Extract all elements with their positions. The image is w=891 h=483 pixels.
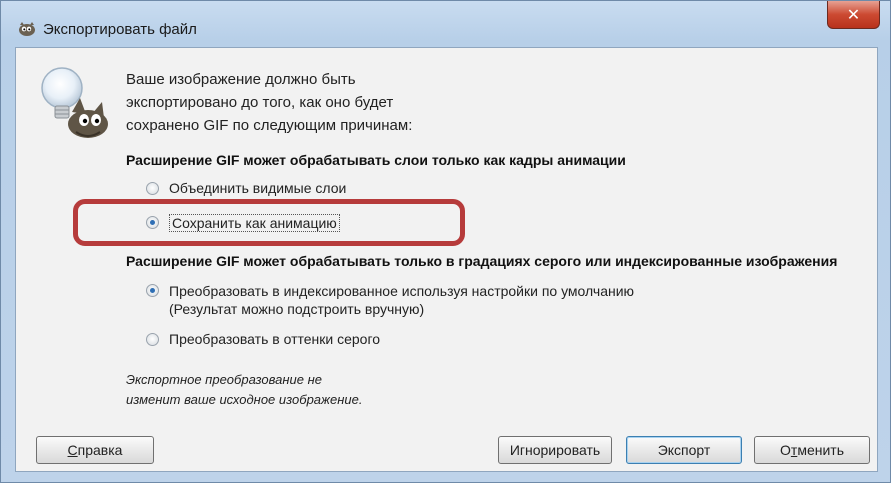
export-note: Экспортное преобразование не изменит ваш… [126, 370, 362, 410]
title-bar[interactable]: Экспортировать файл ✕ [1, 1, 890, 47]
layers-section-title: Расширение GIF может обрабатывать слои т… [126, 152, 626, 168]
convert-indexed-label: Преобразовать в индексированное использу… [169, 282, 634, 318]
gimp-icon [19, 22, 35, 36]
help-label: правка [77, 442, 123, 458]
note-line: изменит ваше исходное изображение. [126, 392, 363, 407]
merge-layers-radio[interactable] [146, 182, 159, 195]
cancel-label-start: О [780, 442, 791, 458]
help-mnemonic: С [67, 442, 78, 458]
export-button[interactable]: Экспорт [626, 436, 742, 464]
cancel-label-rest: менить [797, 442, 844, 458]
convert-grayscale-radio[interactable] [146, 333, 159, 346]
convert-indexed-line: Преобразовать в индексированное использу… [169, 283, 635, 299]
intro-text: Ваше изображение должно быть экспортиров… [126, 68, 412, 137]
export-file-dialog: Экспортировать файл ✕ Ваше изображение д… [0, 0, 891, 483]
convert-indexed-hint: (Результат можно подстроить вручную) [169, 301, 425, 317]
ignore-button[interactable]: Игнорировать [498, 436, 612, 464]
window-title: Экспортировать файл [43, 21, 197, 38]
ignore-label: Игнорировать [509, 442, 601, 458]
note-line: Экспортное преобразование не [126, 372, 322, 387]
export-label: Экспорт [657, 442, 711, 458]
highlight-annotation [73, 199, 465, 246]
close-icon: ✕ [846, 5, 861, 24]
intro-line: Ваше изображение должно быть [126, 71, 356, 88]
help-button[interactable]: Справка [36, 436, 154, 464]
dialog-content: Ваше изображение должно быть экспортиров… [15, 47, 878, 472]
merge-layers-label: Объединить видимые слои [169, 180, 347, 196]
convert-grayscale-label: Преобразовать в оттенки серого [169, 331, 381, 347]
convert-grayscale-option[interactable]: Преобразовать в оттенки серого [146, 331, 380, 347]
convert-indexed-option[interactable]: Преобразовать в индексированное использу… [146, 282, 634, 318]
intro-line: экспортировано до того, как оно будет [126, 94, 394, 111]
color-section-title: Расширение GIF может обрабатывать только… [126, 253, 838, 269]
wilber-lightbulb-icon [41, 67, 108, 138]
close-button[interactable]: ✕ [827, 1, 880, 29]
convert-indexed-radio[interactable] [146, 284, 159, 297]
cancel-button[interactable]: От менить [754, 436, 870, 464]
intro-line: сохранено GIF по следующим причинам: [126, 117, 413, 134]
merge-visible-layers-option[interactable]: Объединить видимые слои [146, 180, 346, 196]
